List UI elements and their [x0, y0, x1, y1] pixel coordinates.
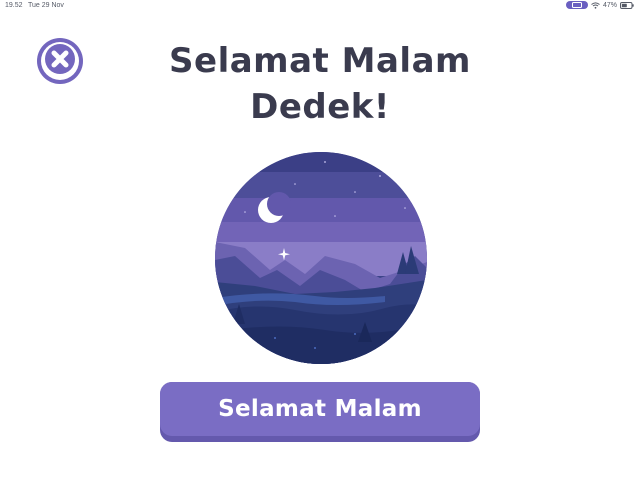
- good-night-button-face: Selamat Malam: [160, 382, 480, 436]
- night-scene-illustration: [215, 152, 427, 364]
- good-night-button[interactable]: Selamat Malam: [160, 382, 480, 442]
- close-button[interactable]: [37, 38, 83, 84]
- screen-mirroring-icon: [565, 1, 588, 9]
- close-button-ring: [41, 42, 79, 80]
- close-icon: [41, 40, 79, 82]
- battery-percentage: 47%: [602, 1, 617, 9]
- page-title: Selamat Malam Dedek!: [120, 38, 520, 130]
- status-time: 19.52: [5, 2, 23, 9]
- wifi-icon: [591, 1, 600, 9]
- title-line-1: Selamat Malam: [169, 41, 471, 81]
- status-bar: 19.52 Tue 29 Nov 47%: [0, 0, 640, 12]
- status-date: Tue 29 Nov: [28, 2, 64, 9]
- good-night-screen: 19.52 Tue 29 Nov 47% Selamat Malam Dedek…: [0, 0, 640, 480]
- battery-icon: [620, 1, 634, 9]
- status-indicators: 47%: [565, 1, 634, 9]
- title-line-2: Dedek!: [250, 87, 390, 127]
- good-night-button-label: Selamat Malam: [218, 396, 422, 422]
